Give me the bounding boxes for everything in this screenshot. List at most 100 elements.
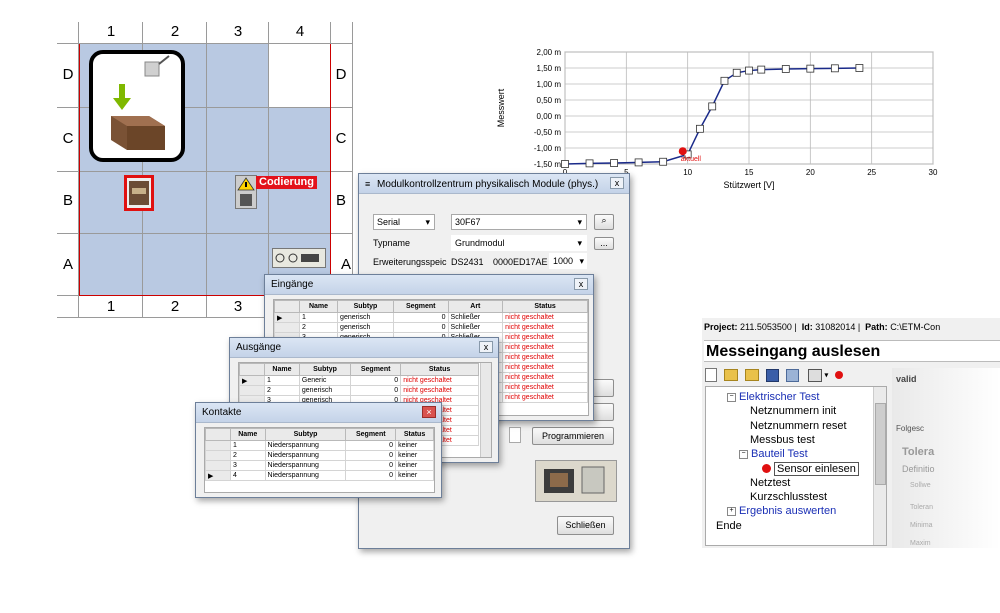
tree-item[interactable]: − Elektrischer Test — [727, 391, 820, 403]
row-selector[interactable] — [205, 460, 231, 471]
tree-item[interactable]: Messbus test — [750, 434, 815, 446]
table-row[interactable]: ▶ 1 generisch 0 Schließer nicht geschaltet — [274, 312, 588, 323]
window-titlebar[interactable]: Eingänge x — [265, 275, 593, 295]
table-row[interactable]: 2 generisch 0 nicht geschaltet — [239, 385, 479, 396]
table-cell-name[interactable]: 1 — [264, 375, 300, 386]
row-selector[interactable]: ▶ — [239, 375, 265, 386]
list-dropdown-icon[interactable] — [808, 368, 823, 382]
table-cell-subtyp[interactable]: Niederspannung — [264, 460, 347, 471]
close-icon[interactable]: x — [574, 278, 588, 290]
tree-item[interactable]: Netznummern reset — [750, 420, 847, 432]
kontakte-window[interactable]: Kontakte × Name Subtyp Segment Status 1N… — [195, 402, 442, 498]
close-icon[interactable]: × — [422, 406, 436, 418]
column-header[interactable]: Segment — [345, 428, 397, 441]
table-cell-status[interactable]: keiner — [395, 460, 434, 471]
column-header[interactable]: Name — [230, 428, 266, 441]
module-device-a4[interactable] — [272, 248, 326, 268]
table-cell-segment[interactable]: 0 — [345, 470, 397, 481]
chevron-down-icon[interactable]: ▾ — [824, 371, 828, 380]
tree-item-selected[interactable]: Sensor einlesen — [762, 461, 859, 476]
programmieren-button[interactable]: Programmieren — [532, 427, 614, 445]
column-header[interactable]: Segment — [350, 363, 402, 376]
folder-icon[interactable] — [745, 369, 760, 381]
table-cell-subtyp[interactable]: Generic — [298, 375, 352, 386]
tree-scrollbar[interactable] — [873, 387, 886, 545]
table-cell-status[interactable]: nicht geschaltet — [502, 372, 588, 383]
window-titlebar[interactable]: ≡ Modulkontrollzentrum physikalisch Modu… — [359, 174, 629, 194]
table-cell-status[interactable]: nicht geschaltet — [502, 312, 588, 323]
table-cell-status[interactable]: keiner — [395, 470, 434, 481]
table-cell-name[interactable]: 2 — [264, 385, 300, 396]
more-button[interactable]: ... — [594, 237, 614, 250]
table-cell-subtyp[interactable]: Niederspannung — [264, 470, 347, 481]
table-cell-name[interactable]: 3 — [230, 460, 266, 471]
tree-expander-icon[interactable]: + — [727, 506, 736, 516]
table-cell-segment[interactable]: 0 — [350, 375, 402, 386]
table-cell-status[interactable]: nicht geschaltet — [502, 382, 588, 393]
size-select[interactable]: 1000 ▾ — [549, 253, 587, 269]
table-cell-status[interactable]: nicht geschaltet — [400, 375, 479, 386]
table-cell-subtyp[interactable]: Niederspannung — [264, 450, 347, 461]
table-cell-name[interactable]: 2 — [298, 322, 339, 333]
program-field[interactable] — [509, 427, 521, 443]
table-cell-subtyp[interactable]: Niederspannung — [264, 440, 347, 451]
table-cell-subtyp[interactable]: generisch — [337, 322, 394, 333]
window-titlebar[interactable]: Kontakte × — [196, 403, 441, 423]
table-cell-status[interactable]: nicht geschaltet — [400, 385, 479, 396]
table-cell-status[interactable]: keiner — [395, 450, 434, 461]
table-row[interactable]: 1 Niederspannung 0 keiner — [205, 440, 434, 451]
table-cell-status[interactable]: nicht geschaltet — [502, 322, 588, 333]
module-chip-b2[interactable] — [124, 175, 154, 211]
vertical-scrollbar[interactable] — [480, 363, 491, 457]
tree-item[interactable]: Netznummern init — [750, 405, 836, 417]
table-cell-subtyp[interactable]: generisch — [337, 312, 394, 323]
tree-item[interactable]: − Bauteil Test — [739, 448, 808, 460]
row-selector[interactable]: ▶ — [205, 470, 231, 481]
column-header[interactable]: Name — [298, 300, 339, 313]
record-icon[interactable] — [835, 371, 844, 379]
window-titlebar[interactable]: Ausgänge x — [230, 338, 498, 358]
table-cell-subtyp[interactable]: generisch — [298, 385, 352, 396]
table-cell-segment[interactable]: 0 — [350, 385, 402, 396]
scrollbar-thumb[interactable] — [875, 403, 886, 485]
column-header[interactable]: Subtyp — [298, 363, 352, 376]
column-header[interactable]: Status — [502, 300, 588, 313]
new-file-icon[interactable] — [705, 368, 717, 382]
search-button[interactable]: ⌕ — [594, 214, 614, 230]
table-cell-segment[interactable]: 0 — [345, 440, 397, 451]
table-cell-segment[interactable]: 0 — [392, 312, 449, 323]
table-cell-name[interactable]: 1 — [298, 312, 339, 323]
table-cell-status[interactable]: keiner — [395, 440, 434, 451]
tree-item[interactable]: + Ergebnis auswerten — [727, 505, 836, 517]
row-selector[interactable] — [274, 322, 300, 333]
copy-icon[interactable] — [786, 368, 800, 382]
save-icon[interactable] — [766, 368, 780, 382]
row-selector[interactable]: ▶ — [274, 312, 300, 323]
module-tile-large[interactable] — [89, 50, 185, 162]
connection-select[interactable]: Serial ▾ — [373, 214, 435, 230]
table-cell-segment[interactable]: 0 — [345, 450, 397, 461]
column-header[interactable]: Segment — [392, 300, 449, 313]
table-row[interactable]: 2 Niederspannung 0 keiner — [205, 450, 434, 461]
row-selector[interactable] — [205, 450, 231, 461]
table-cell-name[interactable]: 1 — [230, 440, 266, 451]
table-cell-art[interactable]: Schließer — [447, 322, 504, 333]
column-header[interactable]: Name — [264, 363, 300, 376]
tree-item[interactable]: Kurzschlusstest — [750, 491, 827, 503]
close-icon[interactable]: x — [479, 341, 493, 353]
column-header[interactable]: Status — [400, 363, 479, 376]
table-cell-status[interactable]: nicht geschaltet — [502, 332, 588, 343]
typname-select[interactable]: Grundmodul ▾ — [451, 235, 587, 251]
kontakte-table[interactable]: Name Subtyp Segment Status 1 Niederspannu… — [205, 428, 434, 481]
tree-item[interactable]: Ende — [716, 520, 742, 532]
row-selector[interactable] — [239, 385, 265, 396]
table-cell-status[interactable]: nicht geschaltet — [502, 352, 588, 363]
column-header[interactable]: Status — [395, 428, 434, 441]
table-row[interactable]: 3 Niederspannung 0 keiner — [205, 460, 434, 471]
table-cell-status[interactable]: nicht geschaltet — [502, 392, 588, 403]
tree-expander-icon[interactable]: − — [727, 392, 736, 402]
module-warning-b3[interactable] — [235, 175, 257, 209]
table-cell-status[interactable]: nicht geschaltet — [502, 342, 588, 353]
table-cell-name[interactable]: 4 — [230, 470, 266, 481]
table-cell-segment[interactable]: 0 — [392, 322, 449, 333]
